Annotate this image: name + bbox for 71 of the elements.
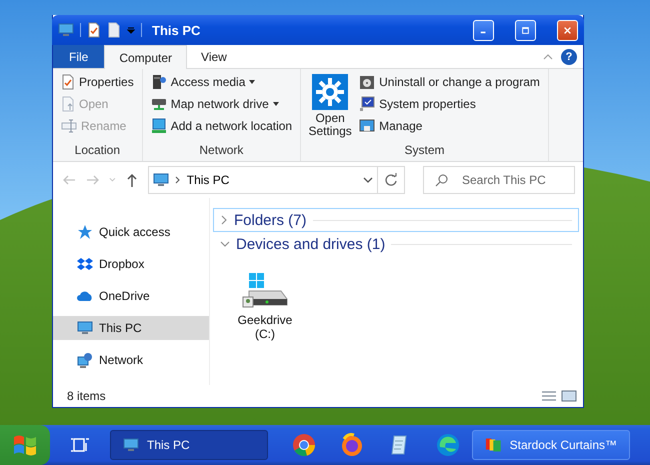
file-menu-tab[interactable]: File: [53, 45, 104, 68]
sidebar-item[interactable]: Dropbox: [53, 252, 209, 276]
refresh-button[interactable]: [378, 166, 405, 194]
group-title: Devices and drives (1): [236, 236, 386, 252]
maximize-button[interactable]: [515, 20, 536, 40]
gear-icon: [312, 74, 348, 110]
ribbon-tab[interactable]: Computer: [104, 45, 188, 69]
taskbar-button[interactable]: Stardock Curtains™: [472, 430, 630, 460]
search-field[interactable]: Search This PC: [423, 166, 575, 194]
close-button[interactable]: [557, 20, 578, 40]
group-label: Location: [74, 143, 122, 159]
help-button[interactable]: ?: [561, 48, 577, 64]
ribbon-button[interactable]: Map network drive: [148, 95, 294, 113]
document-check-icon: [61, 74, 75, 90]
network-monitor-icon: [150, 118, 167, 134]
search-icon: [435, 173, 449, 187]
stacked-windows-icon: [485, 436, 502, 454]
sidebar-item[interactable]: Quick access: [53, 220, 209, 244]
disc-box-icon: [359, 74, 376, 90]
star-icon: [77, 224, 93, 240]
drive-icon: [150, 97, 167, 111]
chevron-down-icon: [220, 240, 230, 248]
monitor-icon: [77, 321, 93, 335]
chevron-right-icon: [174, 176, 181, 184]
document-arrow-icon: [61, 96, 75, 112]
task-view-icon[interactable]: [70, 436, 90, 454]
group-header[interactable]: Folders (7): [213, 208, 579, 232]
sidebar-item[interactable]: OneDrive: [53, 284, 209, 308]
close-icon: [564, 24, 571, 36]
window-title: This PC: [152, 22, 202, 38]
cloud-icon: [77, 290, 93, 302]
ribbon-button[interactable]: Manage: [357, 117, 542, 135]
taskbar-button[interactable]: This PC: [110, 430, 268, 460]
group-header[interactable]: Devices and drives (1): [213, 232, 579, 256]
ribbon-button[interactable]: System properties: [357, 95, 542, 113]
large-icons-view-icon[interactable]: [561, 390, 577, 402]
document-icon: [107, 22, 121, 38]
chevron-right-icon: [220, 215, 228, 225]
ribbon-button[interactable]: Uninstall or change a program: [357, 73, 542, 91]
globe-monitor-icon: [77, 352, 93, 368]
item-count: 8 items: [67, 389, 106, 403]
group-title: Folders (7): [234, 212, 307, 228]
dropdown-icon[interactable]: [127, 26, 135, 34]
windows-flag-icon: [12, 433, 38, 457]
minimize-button[interactable]: [473, 20, 494, 40]
start-button[interactable]: [0, 425, 50, 465]
ribbon-tab[interactable]: View: [187, 45, 241, 68]
text-cursor-icon: [61, 119, 77, 133]
refresh-icon: [384, 173, 398, 187]
computer-icon: [123, 438, 139, 452]
chevron-up-icon[interactable]: [543, 54, 553, 60]
ribbon-button[interactable]: Open Settings: [307, 73, 354, 143]
maximize-icon: [522, 24, 529, 36]
address-bar[interactable]: This PC: [148, 166, 378, 194]
sidebar-item[interactable]: This PC: [53, 316, 209, 340]
ribbon-button[interactable]: Access media: [148, 73, 294, 91]
ribbon-button[interactable]: Add a network location: [148, 117, 294, 135]
computer-icon: [359, 118, 376, 134]
details-view-icon[interactable]: [541, 390, 557, 402]
monitor-check-icon: [359, 96, 376, 112]
address-path[interactable]: This PC: [186, 173, 357, 187]
dropdown-chevron-icon[interactable]: [362, 177, 373, 183]
computer-icon: [58, 23, 74, 37]
computer-icon: [152, 173, 169, 187]
ribbon-button[interactable]: Properties: [59, 73, 136, 91]
tower-icon: [150, 74, 167, 90]
sidebar-item[interactable]: Network: [53, 348, 209, 372]
group-label: System: [403, 143, 446, 159]
drive-item[interactable]: Geekdrive (C:): [233, 270, 297, 342]
checklist-icon: [87, 22, 101, 38]
group-label: Network: [198, 143, 244, 159]
